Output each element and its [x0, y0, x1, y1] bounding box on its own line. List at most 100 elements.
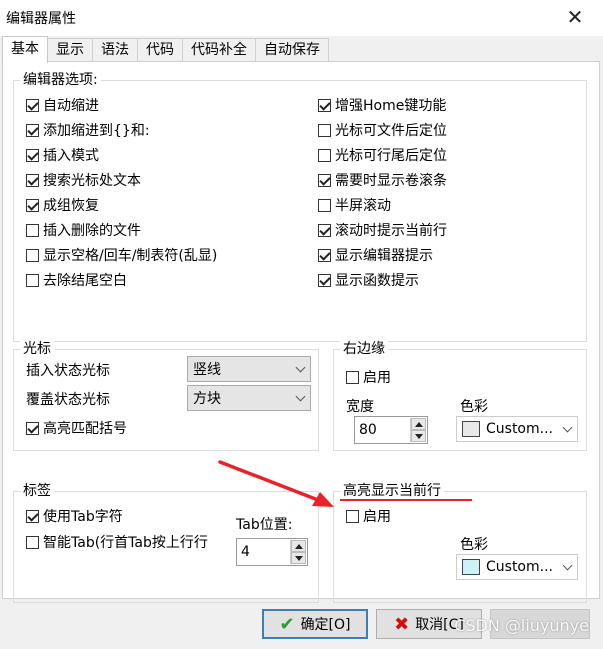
tab-panel-basic: 编辑器选项: 自动缩进 添加缩进到{}和: 插入模式 搜索光标处文本 成组恢复 … [2, 61, 600, 603]
checkbox-label: 显示函数提示 [335, 273, 419, 289]
checkbox-label: 需要时显示卷滚条 [335, 173, 447, 189]
editor-options-legend: 编辑器选项: [20, 71, 101, 89]
checkbox-box[interactable] [318, 248, 331, 262]
checkbox-editor-hints[interactable]: 显示编辑器提示 [318, 245, 433, 265]
ok-button[interactable]: ✔ 确定[O] [262, 609, 368, 639]
checkbox-cursor-past-eof[interactable]: 光标可文件后定位 [318, 120, 447, 140]
checkbox-label: 启用 [363, 370, 391, 386]
tab-basic[interactable]: 基本 [2, 36, 48, 63]
checkbox-box[interactable] [318, 148, 331, 162]
checkbox-auto-indent[interactable]: 自动缩进 [26, 95, 99, 115]
tab-position-value[interactable]: 4 [241, 544, 250, 560]
checkbox-cursor-past-eol[interactable]: 光标可行尾后定位 [318, 145, 447, 165]
checkbox-box[interactable] [26, 535, 39, 549]
width-spinner[interactable]: 80 [354, 416, 428, 444]
spin-up-button[interactable] [411, 418, 426, 430]
width-label: 宽度 [346, 399, 374, 415]
checkbox-label: 搜索光标处文本 [43, 173, 141, 189]
checkbox-box[interactable] [26, 148, 39, 162]
checkbox-box[interactable] [26, 273, 39, 287]
checkbox-box[interactable] [318, 98, 331, 112]
spinner-buttons [410, 418, 426, 442]
tab-code-completion[interactable]: 代码补全 [182, 38, 256, 62]
checkbox-insert-mode[interactable]: 插入模式 [26, 145, 99, 165]
checkbox-highlight-brackets[interactable]: 高亮匹配括号 [26, 418, 127, 438]
right-margin-legend: 右边缘 [340, 340, 388, 358]
checkbox-label: 智能Tab(行首Tab按上行行 [43, 535, 208, 551]
checkbox-box[interactable] [26, 98, 39, 112]
watermark: CSDN @liuyunye [454, 616, 589, 635]
tab-display[interactable]: 显示 [47, 38, 93, 62]
checkbox-box[interactable] [26, 223, 39, 237]
highlight-line-group: 高亮显示当前行 启用 色彩 Custom... [333, 482, 587, 603]
color-label: 色彩 [460, 399, 488, 415]
checkbox-label: 去除结尾空白 [43, 273, 127, 289]
tab-position-spinner[interactable]: 4 [236, 538, 308, 566]
checkbox-box[interactable] [318, 223, 331, 237]
right-margin-group: 右边缘 启用 宽度 色彩 80 Custom... [333, 340, 587, 451]
spin-up-button[interactable] [291, 540, 306, 552]
close-icon[interactable]: ✕ [553, 2, 597, 34]
checkbox-smart-tab[interactable]: 智能Tab(行首Tab按上行行 [26, 532, 208, 552]
checkbox-group-undo[interactable]: 成组恢复 [26, 195, 99, 215]
width-value[interactable]: 80 [359, 422, 377, 438]
overwrite-cursor-label: 覆盖状态光标 [26, 392, 110, 408]
insert-cursor-select[interactable]: 竖线 [187, 356, 311, 382]
checkbox-show-whitespace[interactable]: 显示空格/回车/制表符(乱显) [26, 245, 217, 265]
highlight-color-label: 色彩 [460, 537, 488, 553]
overwrite-cursor-select[interactable]: 方块 [187, 385, 311, 411]
checkbox-box[interactable] [318, 123, 331, 137]
chevron-down-icon [562, 422, 573, 433]
checkbox-right-margin-enable[interactable]: 启用 [346, 367, 391, 387]
chevron-down-icon [295, 391, 306, 402]
cursor-group: 光标 插入状态光标 竖线 覆盖状态光标 方块 高亮匹配括号 [13, 340, 319, 451]
checkbox-box[interactable] [318, 273, 331, 287]
title-bar: 编辑器属性 ✕ [0, 0, 603, 36]
checkbox-label: 半屏滚动 [335, 198, 391, 214]
checkbox-label: 自动缩进 [43, 98, 99, 114]
checkbox-use-tab[interactable]: 使用Tab字符 [26, 506, 123, 526]
checkbox-label: 添加缩进到{}和: [43, 123, 150, 139]
spin-down-button[interactable] [411, 430, 426, 442]
checkbox-highlight-line-enable[interactable]: 启用 [346, 506, 391, 526]
checkbox-box[interactable] [26, 173, 39, 187]
x-icon: ✖ [394, 613, 410, 635]
checkbox-box[interactable] [26, 248, 39, 262]
checkbox-box[interactable] [346, 509, 359, 523]
checkbox-box[interactable] [26, 509, 39, 523]
ok-button-label: 确定[O] [300, 617, 351, 633]
checkbox-add-indent[interactable]: 添加缩进到{}和: [26, 120, 150, 140]
tab-autosave[interactable]: 自动保存 [255, 38, 329, 62]
tab-strip: 基本 显示 语法 代码 代码补全 自动保存 [2, 36, 329, 63]
checkbox-enhanced-home[interactable]: 增强Home键功能 [318, 95, 446, 115]
tab-legend: 标签 [20, 482, 54, 500]
checkbox-scroll-hint[interactable]: 滚动时提示当前行 [318, 220, 447, 240]
checkbox-half-page-scroll[interactable]: 半屏滚动 [318, 195, 391, 215]
checkbox-label: 增强Home键功能 [335, 98, 447, 114]
checkbox-box[interactable] [26, 198, 39, 212]
checkbox-trim-trailing[interactable]: 去除结尾空白 [26, 270, 127, 290]
highlight-color-select[interactable]: Custom... [456, 554, 578, 580]
color-swatch [462, 559, 480, 575]
checkbox-box[interactable] [26, 421, 39, 435]
checkbox-box[interactable] [26, 123, 39, 137]
checkbox-show-scrollbars[interactable]: 需要时显示卷滚条 [318, 170, 447, 190]
checkbox-box[interactable] [318, 198, 331, 212]
tab-code[interactable]: 代码 [137, 38, 183, 62]
spin-down-button[interactable] [291, 552, 306, 564]
tab-syntax[interactable]: 语法 [92, 38, 138, 62]
checkbox-function-hints[interactable]: 显示函数提示 [318, 270, 419, 290]
checkbox-box[interactable] [318, 173, 331, 187]
right-margin-color-select[interactable]: Custom... [456, 416, 578, 442]
tab-group: 标签 使用Tab字符 智能Tab(行首Tab按上行行 Tab位置: 4 [13, 482, 319, 603]
insert-cursor-label: 插入状态光标 [26, 363, 110, 379]
checkbox-box[interactable] [346, 370, 359, 384]
arrow-down-icon [294, 555, 303, 561]
dialog-body: 基本 显示 语法 代码 代码补全 自动保存 编辑器选项: 自动缩进 添加缩进到{… [0, 36, 603, 649]
checkbox-search-cursor-text[interactable]: 搜索光标处文本 [26, 170, 141, 190]
tab-position-label: Tab位置: [236, 517, 293, 533]
color-value: Custom... [486, 421, 553, 437]
checkbox-label: 成组恢复 [43, 198, 99, 214]
checkbox-insert-dropped-files[interactable]: 插入删除的文件 [26, 220, 141, 240]
insert-cursor-value: 竖线 [193, 362, 221, 378]
